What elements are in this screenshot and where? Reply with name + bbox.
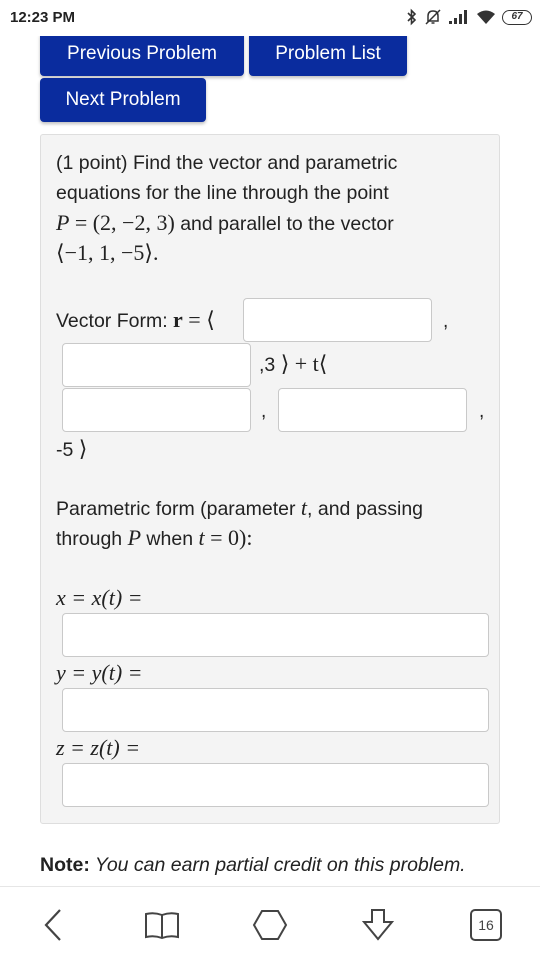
direction-vector: ⟨−1, 1, −5⟩. bbox=[56, 240, 159, 265]
next-problem-button[interactable]: Next Problem bbox=[40, 78, 206, 122]
z-equation: z = z(t) = bbox=[56, 735, 141, 760]
r-equals: = ⟨ bbox=[182, 307, 215, 332]
const-dz: -5 bbox=[56, 439, 74, 461]
bookmarks-button[interactable] bbox=[142, 905, 182, 945]
wifi-icon bbox=[477, 10, 495, 24]
vector-x0-input[interactable] bbox=[243, 298, 432, 342]
parametric-line-2: through P when t = 0): bbox=[56, 523, 252, 554]
x-equation: x = x(t) = bbox=[56, 585, 143, 610]
r-symbol: r bbox=[173, 307, 183, 332]
direction-dx-input[interactable] bbox=[62, 388, 251, 432]
y-equation-label: y = y(t) = bbox=[56, 658, 143, 689]
note-label: Note: bbox=[40, 854, 90, 876]
problem-line-2: equations for the line through the point bbox=[56, 182, 389, 204]
param-text-a: Parametric form (parameter bbox=[56, 498, 301, 520]
param-text-b: , and passing bbox=[307, 498, 424, 520]
browser-nav-bar: 16 bbox=[0, 886, 540, 960]
status-bar: 12:23 PM 67 bbox=[0, 0, 540, 36]
tabs-icon: 16 bbox=[470, 909, 502, 941]
const-z: ,3 bbox=[259, 354, 276, 376]
x-equation-label: x = x(t) = bbox=[56, 583, 143, 614]
download-button[interactable] bbox=[358, 905, 398, 945]
z-of-t-input[interactable] bbox=[62, 763, 489, 807]
point-value: (2, −2, 3) bbox=[92, 210, 175, 235]
previous-problem-button[interactable]: Previous Problem bbox=[40, 36, 244, 76]
problem-vector: ⟨−1, 1, −5⟩. bbox=[56, 238, 158, 269]
tab-count: 16 bbox=[478, 917, 494, 933]
partial-credit-note: Note: You can earn partial credit on thi… bbox=[40, 854, 466, 877]
direction-dy-input[interactable] bbox=[278, 388, 467, 432]
parametric-line-1: Parametric form (parameter t, and passin… bbox=[56, 493, 423, 524]
problem-box: (1 point) Find the vector and parametric… bbox=[40, 134, 500, 824]
battery-icon: 67 bbox=[502, 9, 532, 25]
problem-line-3-rest: and parallel to the vector bbox=[174, 213, 394, 235]
note-text: You can earn partial credit on this prob… bbox=[89, 854, 466, 876]
status-icons: 67 bbox=[406, 8, 532, 26]
x-of-t-input[interactable] bbox=[62, 613, 489, 657]
page-content: Previous Problem Problem List Next Probl… bbox=[0, 36, 540, 886]
bookmarks-icon bbox=[145, 912, 179, 940]
direction-dz-line: -5 ⟩ bbox=[56, 434, 87, 465]
close-angle: ⟩ bbox=[78, 436, 88, 461]
muted-bell-icon bbox=[425, 9, 441, 25]
vector-form-text: Vector Form: bbox=[56, 310, 174, 332]
tabs-button[interactable]: 16 bbox=[466, 905, 506, 945]
y-equation: y = y(t) = bbox=[56, 660, 143, 685]
battery-level: 67 bbox=[511, 10, 523, 22]
comma-1: , bbox=[443, 311, 449, 332]
vector-z-and-direction: ,3 ⟩ + t⟨ bbox=[259, 349, 327, 380]
problem-line-3: P = (2, −2, 3) and parallel to the vecto… bbox=[56, 208, 394, 239]
point-label: P bbox=[56, 210, 70, 235]
param-text-c: through bbox=[56, 528, 128, 550]
param-P: P bbox=[127, 525, 142, 550]
home-button[interactable] bbox=[250, 905, 290, 945]
comma-3: , bbox=[479, 401, 485, 422]
param-text-e: = 0): bbox=[204, 525, 253, 550]
comma-2: , bbox=[261, 401, 267, 422]
problem-line-1: (1 point) Find the vector and parametric bbox=[56, 152, 398, 174]
z-equation-label: z = z(t) = bbox=[56, 733, 140, 764]
vector-form-label: Vector Form: r = ⟨ bbox=[56, 305, 215, 336]
download-icon bbox=[361, 909, 395, 941]
param-text-d: when bbox=[141, 528, 199, 550]
back-icon bbox=[44, 909, 61, 941]
problem-list-button[interactable]: Problem List bbox=[249, 36, 407, 76]
point-equals: = bbox=[74, 210, 88, 235]
bluetooth-icon bbox=[407, 8, 417, 26]
home-icon bbox=[252, 910, 288, 940]
signal-icon bbox=[449, 10, 467, 24]
back-button[interactable] bbox=[34, 905, 74, 945]
y-of-t-input[interactable] bbox=[62, 688, 489, 732]
status-time: 12:23 PM bbox=[10, 9, 76, 26]
plus-t-open: ⟩ + t⟨ bbox=[280, 351, 328, 376]
vector-y0-input[interactable] bbox=[62, 343, 251, 387]
